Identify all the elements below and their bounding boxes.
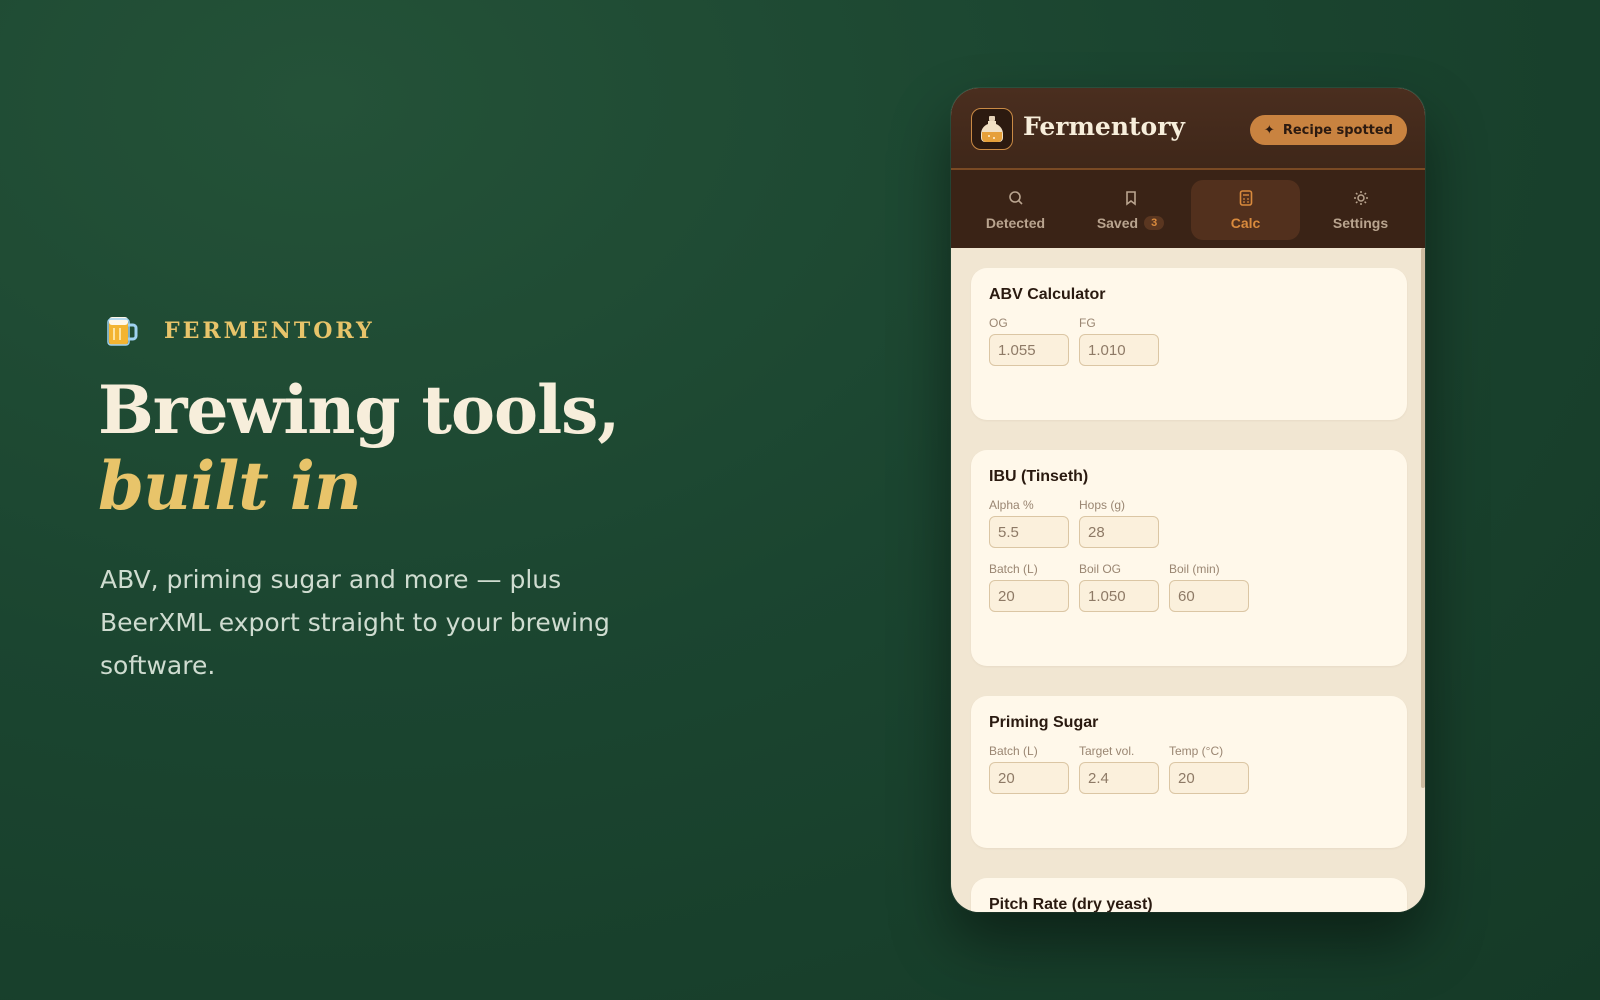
field-label: Hops (g) (1079, 498, 1126, 512)
card-title: IBU (Tinseth) (989, 468, 1089, 485)
field-label: Boil (min) (1169, 562, 1220, 576)
boil-og-input[interactable] (1079, 580, 1159, 612)
headline: Brewing tools, built in (98, 371, 620, 525)
calculator-icon (1239, 189, 1253, 209)
card-title: ABV Calculator (989, 286, 1106, 303)
field-label: Batch (L) (989, 744, 1038, 758)
bookmark-icon (1123, 190, 1139, 209)
sparkle-icon: ✦ (1263, 122, 1275, 138)
card-title: Pitch Rate (dry yeast) (989, 896, 1153, 912)
pitch-rate-card: Pitch Rate (dry yeast) (971, 878, 1407, 912)
og-input[interactable] (989, 334, 1069, 366)
tab-calc[interactable]: Calc (1191, 180, 1300, 240)
tab-label: Settings (1332, 214, 1389, 231)
tab-label: Calc (1230, 214, 1261, 231)
target-vol-input[interactable] (1079, 762, 1159, 794)
brand-name: FERMENTORY (164, 318, 375, 344)
priming-sugar-card: Priming Sugar Batch (L) Target vol. Temp… (971, 696, 1407, 848)
boil-min-input[interactable] (1169, 580, 1249, 612)
tab-detected[interactable]: Detected (961, 180, 1070, 240)
batch-input[interactable] (989, 762, 1069, 794)
headline-line-1: Brewing tools, (98, 371, 620, 449)
recipe-spotted-button[interactable]: ✦ Recipe spotted (1249, 115, 1407, 145)
brand-row: FERMENTORY (102, 311, 375, 351)
card-title: Priming Sugar (989, 714, 1099, 731)
tab-saved[interactable]: Saved 3 (1076, 180, 1185, 240)
tab-label: Detected (985, 214, 1046, 231)
ibu-card: IBU (Tinseth) Alpha % Hops (g) Batch (L)… (971, 450, 1407, 666)
field-label: OG (989, 316, 1008, 330)
extension-popup: Fermentory ✦ Recipe spotted Detected Sav… (951, 88, 1425, 912)
scrollbar[interactable] (1421, 248, 1425, 788)
tab-settings[interactable]: Settings (1306, 180, 1415, 240)
headline-line-2: built in (98, 447, 362, 525)
field-label: Boil OG (1079, 562, 1122, 576)
beer-mug-icon (102, 312, 140, 350)
tab-bar: Detected Saved 3 Calc Settings (951, 170, 1425, 248)
field-label: Target vol. (1079, 744, 1135, 758)
tab-label: Saved (1096, 214, 1139, 231)
batch-input[interactable] (989, 580, 1069, 612)
hero-description: ABV, priming sugar and more — plus BeerX… (100, 565, 610, 680)
field-label: FG (1079, 316, 1096, 330)
gear-icon (1353, 190, 1369, 209)
recipe-spotted-label: Recipe spotted (1282, 122, 1393, 138)
temp-input[interactable] (1169, 762, 1249, 794)
fg-input[interactable] (1079, 334, 1159, 366)
alpha-input[interactable] (989, 516, 1069, 548)
field-label: Alpha % (989, 498, 1034, 512)
popup-header: Fermentory ✦ Recipe spotted (951, 88, 1425, 170)
search-icon (1008, 190, 1024, 209)
field-label: Batch (L) (989, 562, 1038, 576)
saved-count-badge: 3 (1144, 215, 1165, 230)
field-label: Temp (°C) (1169, 744, 1224, 758)
fermenter-logo-icon (971, 108, 1013, 150)
app-title: Fermentory (1023, 112, 1185, 141)
hops-input[interactable] (1079, 516, 1159, 548)
calc-panel: ABV Calculator OG FG IBU (Tinseth) Alpha… (951, 248, 1425, 912)
abv-calculator-card: ABV Calculator OG FG (971, 268, 1407, 420)
